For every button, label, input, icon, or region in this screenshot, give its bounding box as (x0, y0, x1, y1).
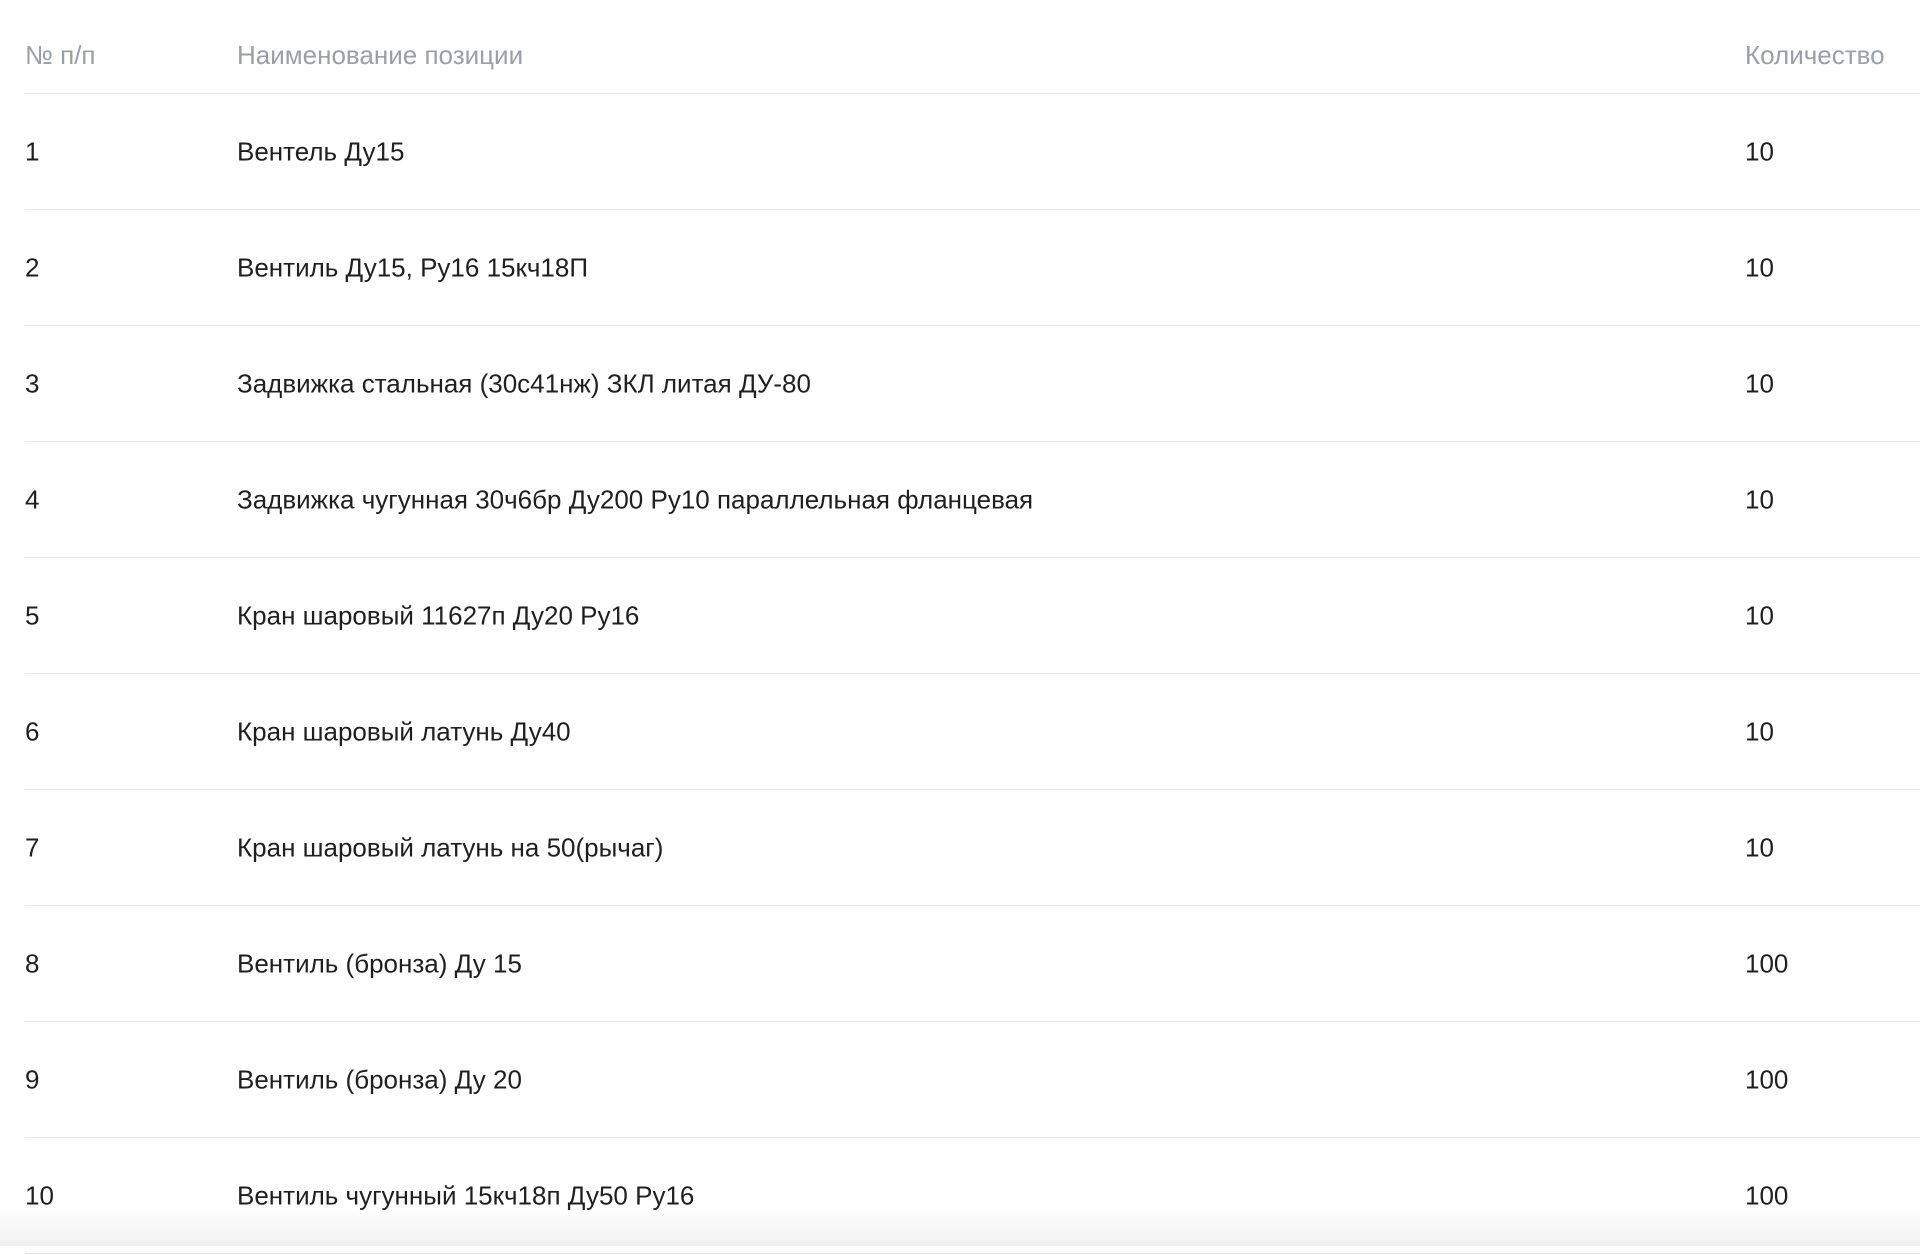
row-name: Задвижка чугунная 30ч6бр Ду200 Ру10 пара… (237, 484, 1033, 515)
row-name: Кран шаровый 11627п Ду20 Ру16 (237, 600, 639, 631)
row-name: Вентиль чугунный 15кч18п Ду50 Ру16 (237, 1180, 694, 1211)
row-quantity: 10 (1745, 832, 1774, 863)
row-number: 7 (25, 832, 39, 863)
row-number: 5 (25, 600, 39, 631)
table-row[interactable]: 5 Кран шаровый 11627п Ду20 Ру16 10 (25, 558, 1920, 674)
row-number: 3 (25, 368, 39, 399)
table-row[interactable]: 3 Задвижка стальная (30с41нж) ЗКЛ литая Д… (25, 326, 1920, 442)
row-name: Задвижка стальная (30с41нж) ЗКЛ литая ДУ… (237, 368, 811, 399)
header-quantity[interactable]: Количество (1745, 40, 1885, 71)
table-row[interactable]: 8 Вентиль (бронза) Ду 15 100 (25, 906, 1920, 1022)
row-quantity: 100 (1745, 1180, 1788, 1211)
row-number: 10 (25, 1180, 54, 1211)
row-quantity: 10 (1745, 600, 1774, 631)
row-number: 2 (25, 252, 39, 283)
row-quantity: 100 (1745, 1064, 1788, 1095)
table-row[interactable]: 1 Вентель Ду15 10 (25, 94, 1920, 210)
header-name[interactable]: Наименование позиции (237, 40, 523, 71)
table-row[interactable]: 7 Кран шаровый латунь на 50(рычаг) 10 (25, 790, 1920, 906)
row-number: 6 (25, 716, 39, 747)
table-header-row: № п/п Наименование позиции Количество (25, 0, 1920, 94)
bottom-shadow (0, 1208, 1920, 1246)
row-quantity: 10 (1745, 716, 1774, 747)
row-number: 4 (25, 484, 39, 515)
row-quantity: 10 (1745, 484, 1774, 515)
row-name: Вентиль (бронза) Ду 15 (237, 948, 522, 979)
positions-table: № п/п Наименование позиции Количество 1 В… (25, 0, 1920, 1254)
row-quantity: 10 (1745, 252, 1774, 283)
table-row[interactable]: 6 Кран шаровый латунь Ду40 10 (25, 674, 1920, 790)
table-body: 1 Вентель Ду15 10 2 Вентиль Ду15, Ру16 15кч1… (25, 94, 1920, 1254)
row-quantity: 10 (1745, 368, 1774, 399)
row-quantity: 10 (1745, 136, 1774, 167)
row-quantity: 100 (1745, 948, 1788, 979)
row-name: Вентиль Ду15, Ру16 15кч18П (237, 252, 588, 283)
row-name: Кран шаровый латунь на 50(рычаг) (237, 832, 663, 863)
table-row[interactable]: 4 Задвижка чугунная 30ч6бр Ду200 Ру10 пар… (25, 442, 1920, 558)
row-number: 8 (25, 948, 39, 979)
row-name: Вентель Ду15 (237, 136, 404, 167)
table-row[interactable]: 2 Вентиль Ду15, Ру16 15кч18П 10 (25, 210, 1920, 326)
row-number: 1 (25, 136, 39, 167)
header-number[interactable]: № п/п (25, 40, 96, 71)
table-row[interactable]: 9 Вентиль (бронза) Ду 20 100 (25, 1022, 1920, 1138)
row-number: 9 (25, 1064, 39, 1095)
row-name: Вентиль (бронза) Ду 20 (237, 1064, 522, 1095)
row-name: Кран шаровый латунь Ду40 (237, 716, 571, 747)
